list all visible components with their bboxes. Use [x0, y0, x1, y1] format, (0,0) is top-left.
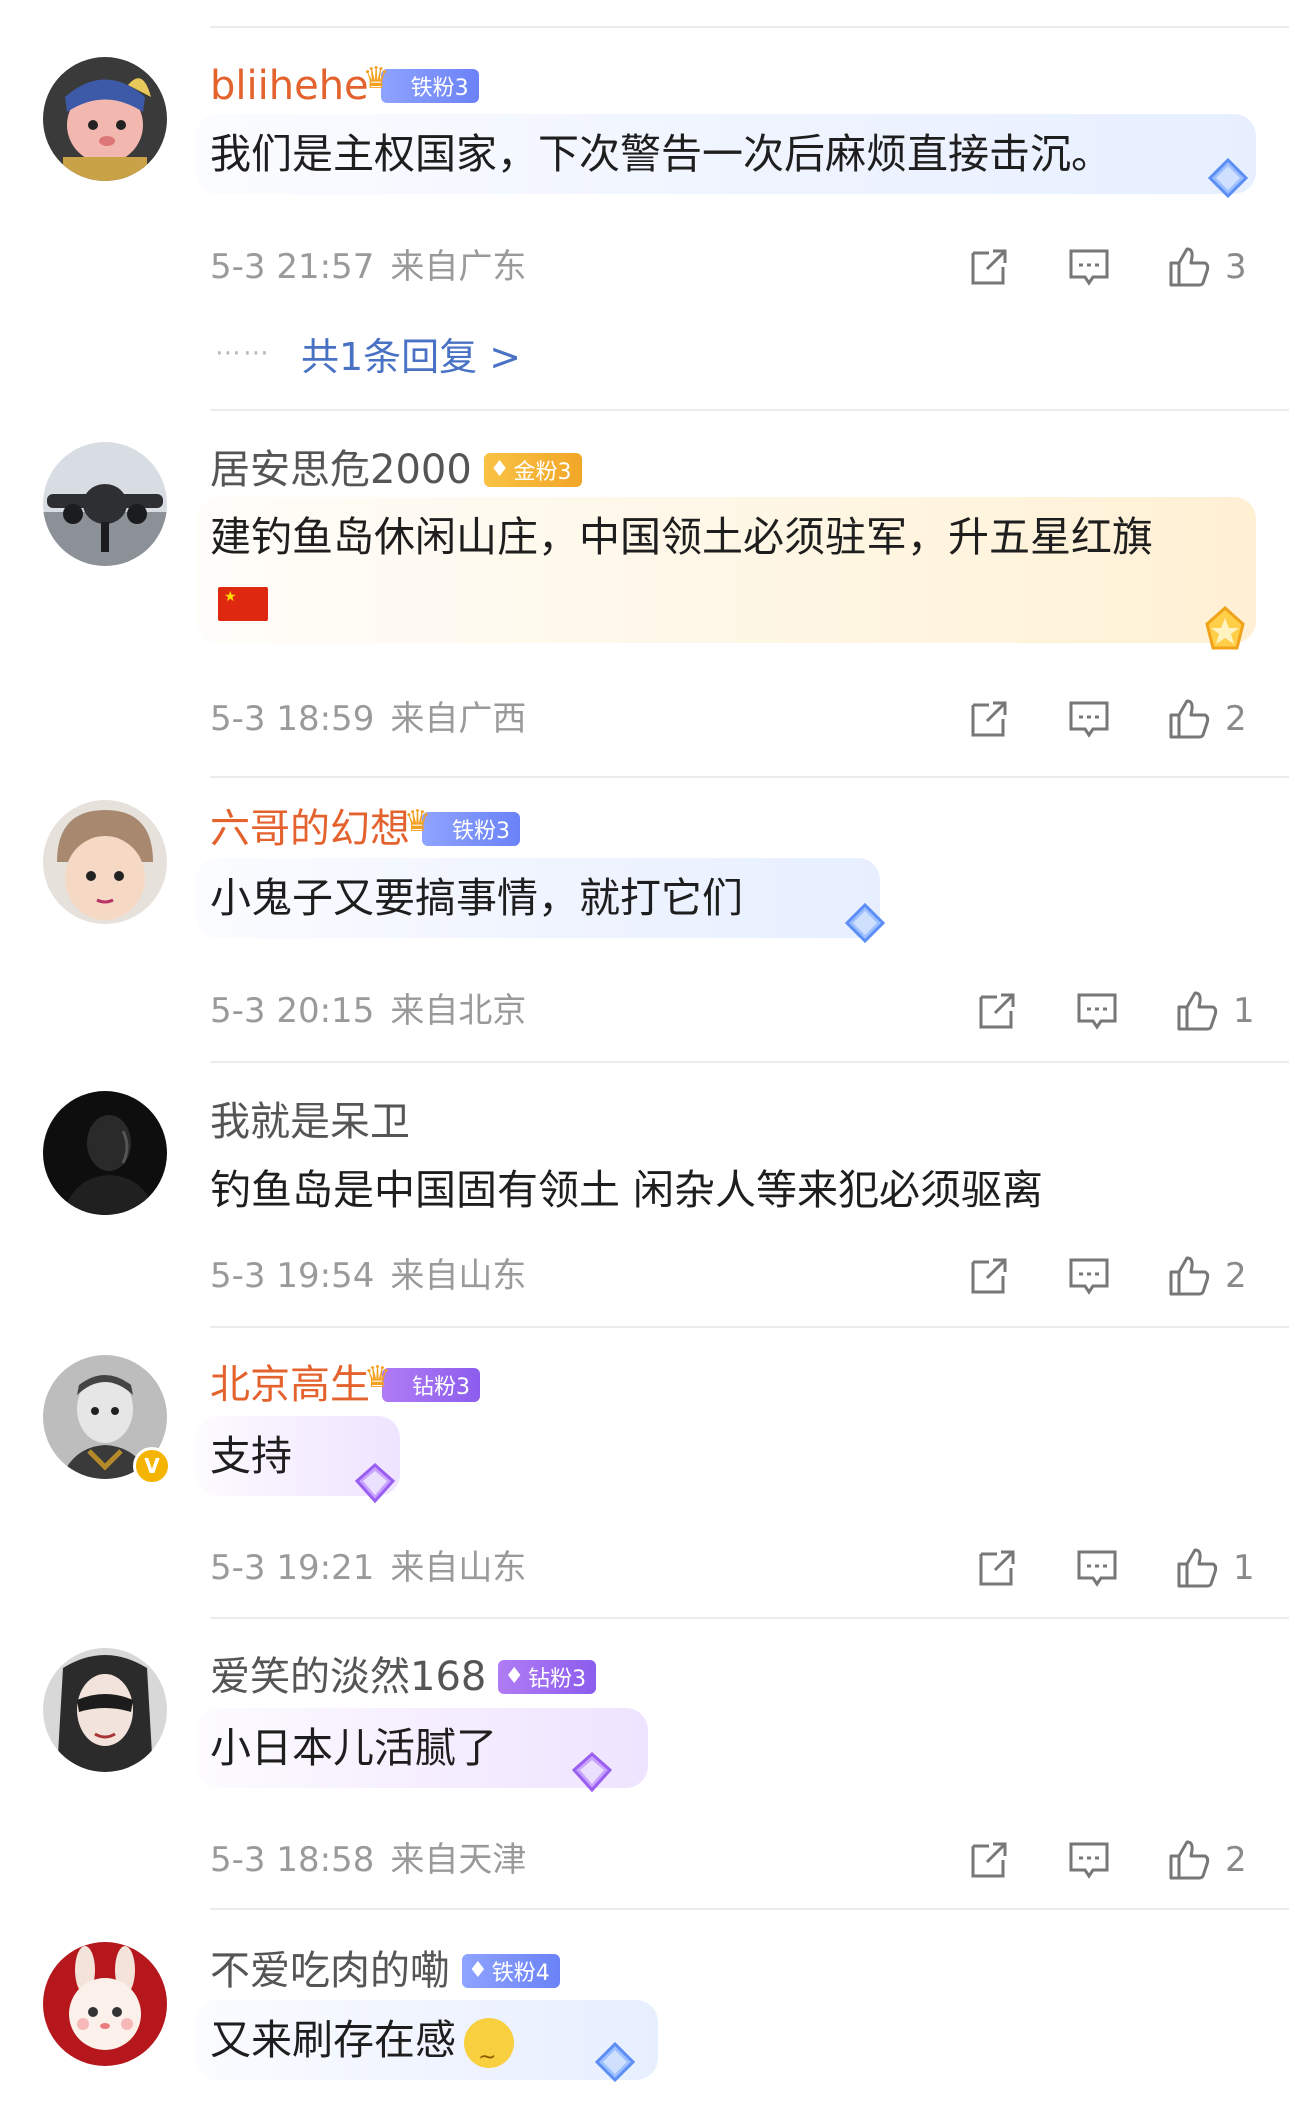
like-count: 3 [1225, 247, 1247, 287]
avatar[interactable] [43, 57, 167, 181]
crown-icon: ♛ [362, 61, 390, 96]
divider [210, 1326, 1289, 1328]
fan-badge[interactable]: ♦ 钻粉3 [498, 1660, 597, 1694]
avatar[interactable] [43, 1942, 167, 2066]
comment-bubble: 小鬼子又要搞事情，就打它们 [196, 858, 880, 938]
comment-feed: bliihehe ♛ 铁粉3 我们是主权国家，下次警告一次后麻烦直接击沉。 5-… [0, 0, 1289, 2122]
thumbs-up-icon[interactable] [1175, 989, 1219, 1033]
dots-icon: ⋯⋯ [215, 338, 271, 368]
diamond-decoration-icon [585, 2034, 645, 2094]
share-icon[interactable] [967, 1838, 1011, 1882]
thumbs-up-icon[interactable] [1167, 697, 1211, 741]
purple-diamond-decoration-icon [345, 1453, 405, 1513]
username[interactable]: 居安思危2000 [210, 444, 472, 496]
timestamp: 5-3 19:21 [210, 1548, 375, 1588]
crown-icon: ♛ [364, 1360, 391, 1395]
timestamp: 5-3 19:54 [210, 1256, 375, 1296]
comment-bubble: 钓鱼岛是中国固有领土 闲杂人等来犯必须驱离 [196, 1158, 1256, 1228]
like-count: 1 [1233, 991, 1255, 1031]
share-icon[interactable] [967, 1254, 1011, 1298]
location: 来自北京 [390, 991, 527, 1031]
china-flag-icon [218, 587, 268, 621]
comment-bubble: 建钓鱼岛休闲山庄，中国领土必须驻军，升五星红旗 [196, 497, 1256, 643]
timestamp: 5-3 20:15 [210, 991, 375, 1031]
comment-meta: 5-3 21:57 来自广东 3 [210, 245, 1249, 289]
location: 来自山东 [390, 1256, 527, 1296]
divider [210, 1908, 1289, 1910]
divider [210, 409, 1289, 411]
location: 来自山东 [390, 1548, 527, 1588]
comment-text: 建钓鱼岛休闲山庄，中国领土必须驻军，升五星红旗 [210, 505, 1210, 633]
timestamp: 5-3 18:59 [210, 699, 375, 739]
thumbs-up-icon[interactable] [1175, 1546, 1219, 1590]
diamond-decoration-icon [1198, 150, 1258, 210]
smirk-emoji-icon [464, 2018, 514, 2090]
thumbs-up-icon[interactable] [1167, 1254, 1211, 1298]
comment-icon[interactable] [1067, 245, 1111, 289]
gold-star-decoration-icon [1195, 600, 1255, 660]
divider [210, 1061, 1289, 1063]
username[interactable]: bliihehe [210, 60, 369, 112]
view-replies-link[interactable]: 共1条回复 > [301, 326, 521, 381]
comment-meta: 5-3 20:15 来自北京 1 [210, 989, 1257, 1033]
comment-meta: 5-3 19:21 来自山东 1 [210, 1546, 1257, 1590]
username[interactable]: 不爱吃肉的嘞 [210, 1945, 450, 1997]
share-icon[interactable] [975, 989, 1019, 1033]
like-count: 2 [1225, 1256, 1247, 1296]
comment-icon[interactable] [1075, 1546, 1119, 1590]
fan-badge[interactable]: ♛ 铁粉3 [404, 804, 520, 846]
purple-diamond-decoration-icon [562, 1742, 622, 1802]
comment-meta: 5-3 18:58 来自天津 2 [210, 1838, 1249, 1882]
comment-icon[interactable] [1075, 989, 1119, 1033]
timestamp: 5-3 21:57 [210, 247, 375, 287]
share-icon[interactable] [967, 697, 1011, 741]
location: 来自广西 [390, 699, 527, 739]
comment-text: 钓鱼岛是中国固有领土 闲杂人等来犯必须驱离 [210, 1166, 1044, 1214]
fan-badge[interactable]: ♦ 铁粉4 [462, 1954, 560, 1988]
location: 来自广东 [390, 247, 527, 287]
replies-row[interactable]: ⋯⋯ 共1条回复 > [215, 326, 521, 381]
blue-gem-icon: ♦ [468, 1958, 488, 1983]
avatar[interactable] [43, 1091, 167, 1215]
verified-badge: V [133, 1447, 171, 1485]
avatar[interactable] [43, 442, 167, 566]
comment-text: 又来刷存在感 [210, 2008, 644, 2090]
username[interactable]: 六哥的幻想 [210, 803, 410, 855]
comment-icon[interactable] [1067, 697, 1111, 741]
avatar[interactable] [43, 1648, 167, 1772]
fan-badge[interactable]: ♦ 金粉3 [483, 453, 582, 487]
username[interactable]: 我就是呆卫 [210, 1096, 410, 1148]
divider [210, 776, 1289, 778]
thumbs-up-icon[interactable] [1167, 1838, 1211, 1882]
fan-badge[interactable]: ♛ 铁粉3 [363, 61, 479, 103]
like-count: 1 [1233, 1548, 1255, 1588]
gold-gem-icon: ♦ [489, 457, 510, 482]
crown-icon: ♛ [404, 804, 431, 839]
purple-gem-icon: ♦ [504, 1664, 525, 1689]
avatar[interactable] [43, 800, 167, 924]
divider [210, 1617, 1289, 1619]
comment-text: 我们是主权国家，下次警告一次后麻烦直接击沉。 [210, 130, 1112, 178]
comment-bubble: 我们是主权国家，下次警告一次后麻烦直接击沉。 [196, 114, 1256, 194]
like-count: 2 [1225, 1840, 1247, 1880]
location: 来自天津 [390, 1840, 527, 1880]
comment-text: 小鬼子又要搞事情，就打它们 [210, 874, 743, 922]
share-icon[interactable] [975, 1546, 1019, 1590]
comment-meta: 5-3 19:54 来自山东 2 [210, 1254, 1249, 1298]
fan-badge[interactable]: ♛ 钻粉3 [364, 1360, 480, 1402]
comment-icon[interactable] [1067, 1254, 1111, 1298]
share-icon[interactable] [967, 245, 1011, 289]
comment-icon[interactable] [1067, 1838, 1111, 1882]
username[interactable]: 爱笑的淡然168 [210, 1651, 486, 1703]
username[interactable]: 北京高生 [210, 1359, 370, 1411]
comment-meta: 5-3 18:59 来自广西 2 [210, 697, 1249, 741]
divider [210, 26, 1289, 28]
like-count: 2 [1225, 699, 1247, 739]
diamond-decoration-icon [835, 895, 895, 955]
thumbs-up-icon[interactable] [1167, 245, 1211, 289]
timestamp: 5-3 18:58 [210, 1840, 375, 1880]
